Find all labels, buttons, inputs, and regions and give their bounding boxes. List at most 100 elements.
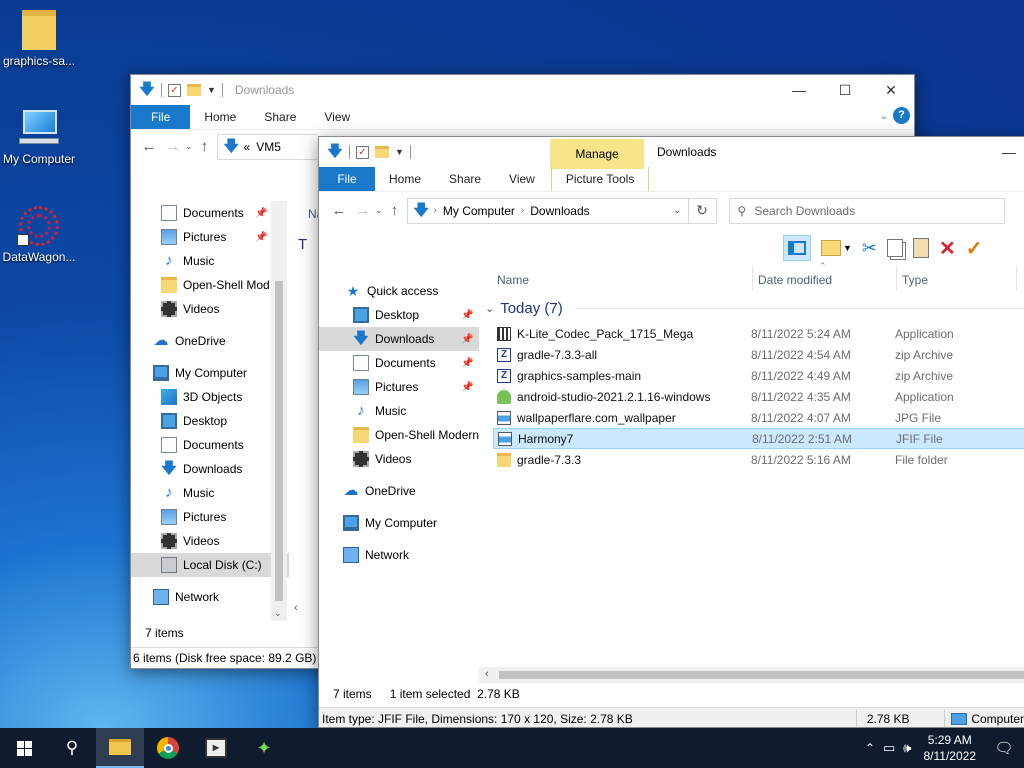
maximize-button[interactable]: ☐ (822, 75, 868, 105)
clock[interactable]: 5:29 AM 8/11/2022 (916, 732, 985, 764)
nav-item-quick-access[interactable]: ★ Quick access (319, 279, 479, 303)
group-header-partial[interactable]: T (298, 236, 307, 253)
cut-icon[interactable]: ✂ (862, 238, 877, 259)
group-header-today[interactable]: ⌄ Today (7) (485, 297, 1024, 319)
nav-item-documents[interactable]: Documents 📌 (131, 201, 289, 225)
refresh-button[interactable]: ↻ (688, 197, 717, 224)
breadcrumb-separator-icon[interactable]: › (434, 205, 437, 216)
tab-home[interactable]: Home (375, 167, 435, 191)
expand-ribbon-icon[interactable]: ⌄ (880, 111, 888, 122)
nav-item-music-2[interactable]: ♪ Music (131, 481, 289, 505)
tab-share[interactable]: Share (435, 167, 495, 191)
nav-item-music[interactable]: ♪ Music (319, 399, 479, 423)
nav-item-3d-objects[interactable]: 3D Objects (131, 385, 289, 409)
up-button[interactable]: ↑ (193, 138, 217, 155)
nav-item-videos[interactable]: Videos (319, 447, 479, 471)
nav-item-local-disk[interactable]: Local Disk (C:) (131, 553, 289, 577)
chevron-down-icon[interactable]: ▼ (395, 147, 404, 157)
chevron-down-icon[interactable]: ▼ (207, 85, 216, 95)
paste-icon[interactable] (913, 238, 930, 258)
nav-item-downloads[interactable]: 🡇 Downloads (131, 457, 289, 481)
nav-item-pictures-2[interactable]: Pictures (131, 505, 289, 529)
volume-icon[interactable]: 🕪 (899, 740, 915, 756)
tab-file[interactable]: File (319, 167, 375, 191)
nav-item-open-shell[interactable]: Open-Shell Mod (131, 273, 289, 297)
notifications-icon[interactable]: 🗨 (984, 739, 1024, 757)
nav-item-videos-2[interactable]: Videos (131, 529, 289, 553)
file-row-selected[interactable]: Harmony7 8/11/2022 2:51 AM JFIF File (493, 428, 1024, 449)
nav-item-open-shell[interactable]: Open-Shell Modern (319, 423, 479, 447)
tab-share[interactable]: Share (250, 105, 310, 129)
search-button[interactable]: ⚲ (48, 728, 96, 768)
nav-item-onedrive[interactable]: ☁ OneDrive (131, 329, 289, 353)
minimize-button[interactable]: — (994, 137, 1024, 167)
nav-scrollbar[interactable]: ⌄ (271, 201, 287, 621)
tab-file[interactable]: File (131, 105, 191, 129)
title-bar[interactable]: 🡇 ✓ ▼ Manage Downloads — (319, 137, 1024, 169)
forward-button[interactable]: → (161, 138, 185, 155)
collapse-chevron-icon[interactable]: ⌄ (485, 302, 494, 315)
nav-item-music[interactable]: ♪ Music (131, 249, 289, 273)
back-button[interactable]: ← (137, 138, 161, 155)
breadcrumb-separator-icon[interactable]: › (521, 205, 524, 216)
properties-icon[interactable]: ✓ (168, 83, 181, 97)
address-bar[interactable]: 🡇 › My Computer › Downloads ⌄ (406, 197, 689, 224)
back-button[interactable]: ← (327, 202, 351, 219)
column-header-date[interactable]: Date modified (758, 267, 832, 293)
scrollbar-thumb[interactable] (275, 281, 283, 601)
breadcrumb-downloads[interactable]: Downloads (530, 204, 589, 218)
file-row[interactable]: K-Lite_Codec_Pack_1715_Mega 8/11/2022 5:… (493, 323, 1024, 344)
recent-locations-icon[interactable]: ⌄ (185, 141, 193, 152)
new-folder-icon[interactable] (375, 146, 389, 158)
address-bar[interactable]: 🡇 « VM5 (216, 133, 317, 160)
copy-icon[interactable] (887, 239, 904, 257)
tab-home[interactable]: Home (190, 105, 250, 129)
tab-view[interactable]: View (495, 167, 549, 191)
breadcrumb-item[interactable]: VM5 (256, 140, 281, 154)
up-button[interactable]: ↑ (383, 202, 407, 219)
file-row[interactable]: Z gradle-7.3.3-all 8/11/2022 4:54 AM zip… (493, 344, 1024, 365)
nav-item-documents[interactable]: Documents 📌 (319, 351, 479, 375)
title-bar[interactable]: 🡇 ✓ ▼ Downloads — ☐ ✕ (131, 75, 914, 105)
horizontal-scrollbar[interactable]: ‹ (479, 667, 1024, 683)
properties-icon[interactable]: ✓ (356, 145, 369, 159)
scroll-left-icon[interactable]: ‹ (294, 602, 298, 614)
tab-view[interactable]: View (310, 105, 364, 129)
nav-item-pictures[interactable]: Pictures 📌 (131, 225, 289, 249)
network-icon[interactable]: ▭ (879, 740, 899, 756)
forward-button[interactable]: → (351, 202, 375, 219)
help-icon[interactable]: ? (893, 107, 910, 124)
manage-context-tab[interactable]: Manage (550, 139, 644, 169)
delete-icon[interactable]: ✕ (939, 236, 956, 261)
navigation-pane[interactable]: Documents 📌 Pictures 📌 ♪ Music Open-Shell M… (131, 201, 289, 621)
nav-item-network[interactable]: Network (319, 543, 479, 567)
nav-item-desktop[interactable]: Desktop 📌 (319, 303, 479, 327)
nav-item-desktop[interactable]: Desktop (131, 409, 289, 433)
breadcrumb-my-computer[interactable]: My Computer (443, 204, 515, 218)
column-header-name[interactable]: Name (497, 267, 529, 293)
new-folder-icon[interactable] (187, 84, 201, 96)
nav-item-documents-2[interactable]: Documents (131, 433, 289, 457)
scroll-left-icon[interactable]: ‹ (485, 668, 489, 680)
view-options-button[interactable]: ▼ (821, 240, 852, 256)
file-row[interactable]: Z graphics-samples-main 8/11/2022 4:49 A… (493, 365, 1024, 386)
column-header-type[interactable]: Type (902, 267, 928, 293)
start-button[interactable] (0, 728, 48, 768)
preview-pane-button[interactable] (783, 235, 811, 261)
search-box[interactable]: ⚲ Search Downloads (728, 197, 1005, 224)
nav-item-onedrive[interactable]: ☁ OneDrive (319, 479, 479, 503)
breadcrumb-overflow[interactable]: « (244, 140, 251, 154)
address-dropdown-icon[interactable]: ⌄ (673, 205, 681, 216)
file-row[interactable]: android-studio-2021.2.1.16-windows 8/11/… (493, 386, 1024, 407)
taskbar-file-explorer[interactable] (96, 728, 144, 768)
scroll-down-icon[interactable]: ⌄ (274, 608, 282, 619)
taskbar-chrome[interactable] (144, 728, 192, 768)
show-hidden-icons-icon[interactable]: ⌃ (861, 741, 879, 755)
desktop-icon-graphics-samples[interactable]: graphics-sa... (0, 10, 78, 68)
taskbar-media-player[interactable]: ▶ (192, 728, 240, 768)
explorer-window-front[interactable]: 🡇 ✓ ▼ Manage Downloads — File Home Share… (318, 136, 1024, 728)
nav-item-videos[interactable]: Videos (131, 297, 289, 321)
desktop-icon-datawagon[interactable]: DataWagon... (0, 206, 78, 264)
recent-locations-icon[interactable]: ⌄ (375, 205, 383, 216)
scrollbar-thumb[interactable] (499, 671, 1024, 679)
